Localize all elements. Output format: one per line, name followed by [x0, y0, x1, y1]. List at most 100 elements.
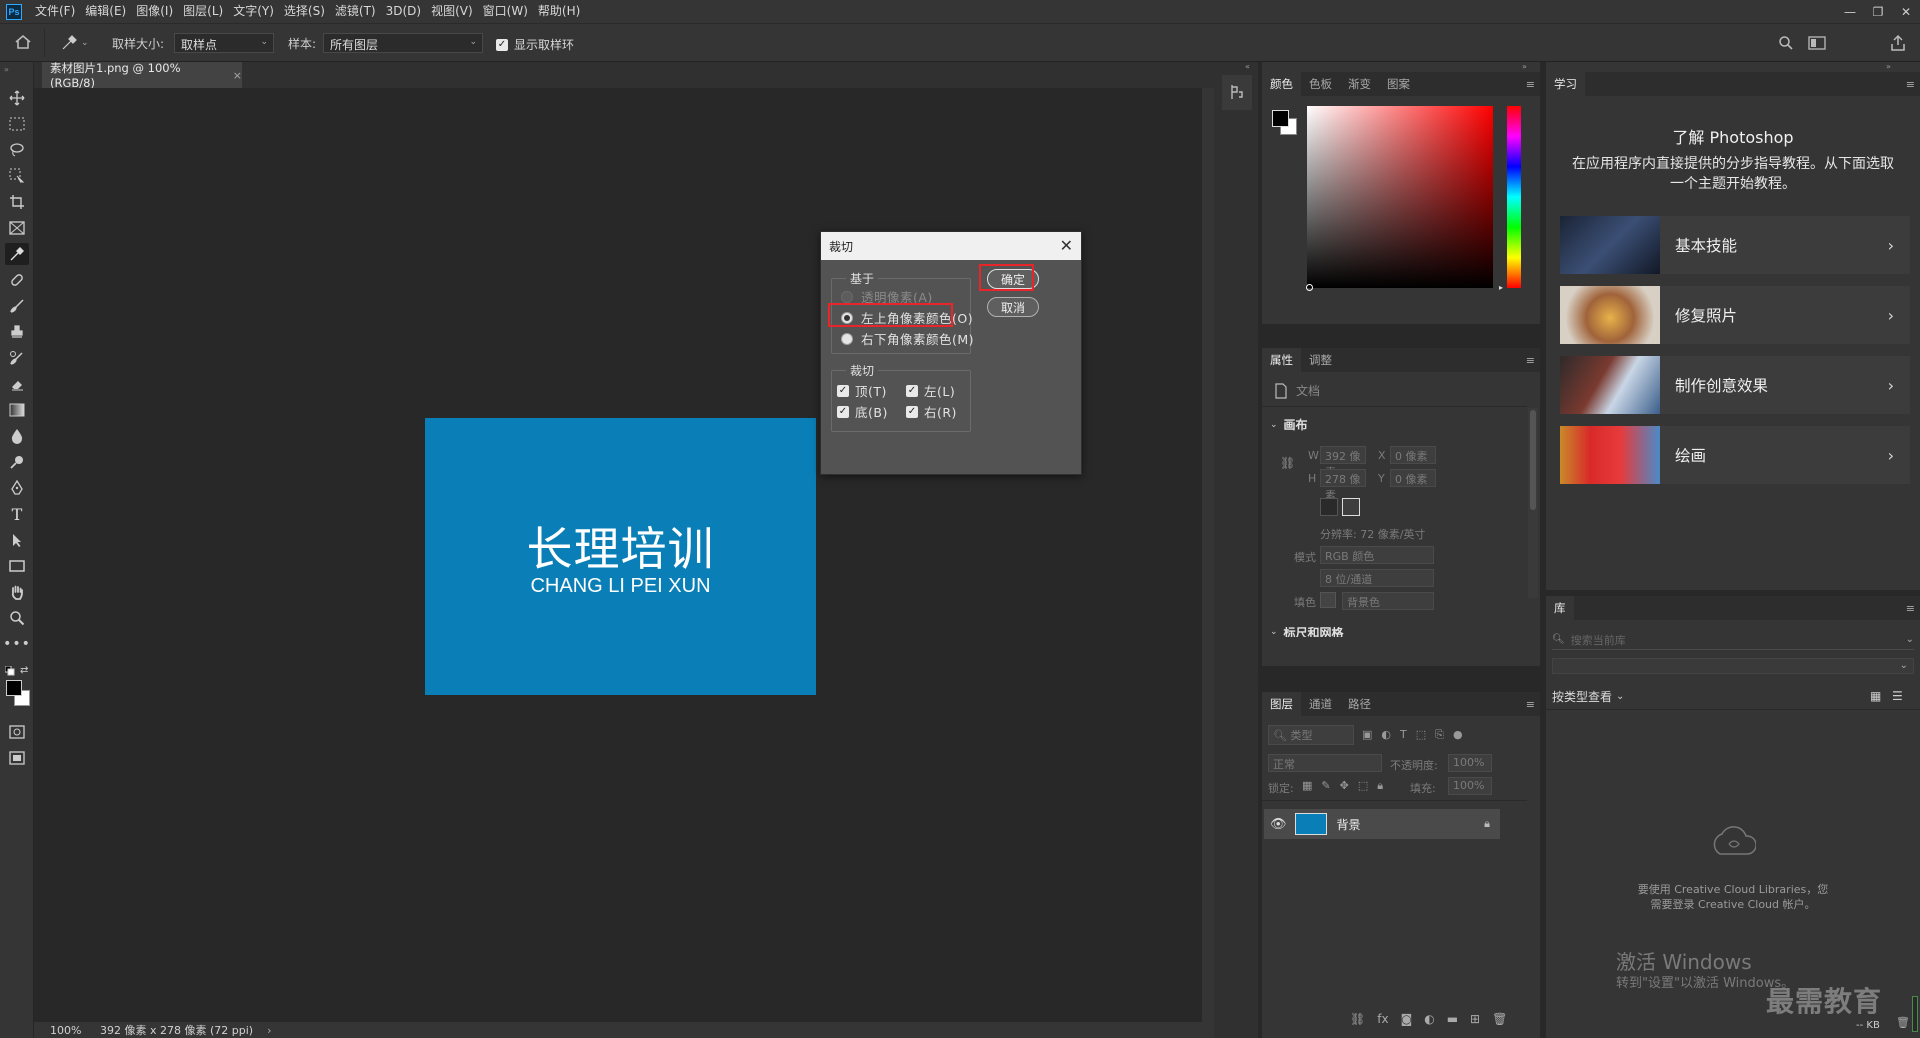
expand-panels-icon[interactable]: «: [1245, 62, 1250, 71]
panel-menu-icon[interactable]: ≡: [1906, 602, 1915, 615]
frame-tool-icon[interactable]: [5, 217, 29, 239]
list-view-icon[interactable]: ☰: [1892, 689, 1903, 703]
mode-select[interactable]: RGB 颜色: [1320, 546, 1434, 564]
hue-slider[interactable]: [1507, 106, 1521, 288]
height-field[interactable]: 278 像素: [1320, 469, 1366, 502]
pen-tool-icon[interactable]: [5, 477, 29, 499]
menu-window[interactable]: 窗口(W): [478, 0, 533, 23]
eyedropper-tool-icon[interactable]: [5, 243, 29, 265]
adjustment-filter-icon[interactable]: ◐: [1381, 728, 1391, 742]
checkbox[interactable]: ✓: [906, 384, 918, 397]
check-top[interactable]: ✓ 顶(T): [837, 381, 887, 400]
quick-mask-icon[interactable]: [5, 721, 29, 743]
learn-card-painting[interactable]: 绘画 ›: [1560, 426, 1910, 484]
collapse-icon[interactable]: »: [4, 65, 9, 74]
learn-card-creative[interactable]: 制作创意效果 ›: [1560, 356, 1910, 414]
landscape-orientation-icon[interactable]: [1342, 498, 1360, 516]
radio-bottom-right-label[interactable]: 右下角像素颜色(M): [861, 329, 974, 348]
lock-artboard-icon[interactable]: ⬚: [1358, 779, 1368, 793]
canvas-section-header[interactable]: ⌄ 画布: [1270, 416, 1308, 433]
learn-card-basics[interactable]: 基本技能 ›: [1560, 216, 1910, 274]
tab-gradients[interactable]: 渐变: [1340, 72, 1379, 96]
collapse-icon[interactable]: »: [1886, 62, 1891, 71]
view-by-type[interactable]: 按类型查看 ⌄: [1552, 688, 1624, 705]
filter-toggle-icon[interactable]: ●: [1453, 728, 1463, 742]
dialog-close-icon[interactable]: ✕: [1060, 236, 1073, 255]
menu-select[interactable]: 选择(S): [279, 0, 330, 23]
document-tab[interactable]: 素材图片1.png @ 100%(RGB/8) ×: [42, 61, 242, 90]
menu-layer[interactable]: 图层(L): [178, 0, 228, 23]
document-image[interactable]: 长理培训 CHANG LI PEI XUN: [425, 418, 816, 695]
marquee-tool-icon[interactable]: [5, 113, 29, 135]
lock-position-icon[interactable]: ✥: [1340, 779, 1349, 793]
new-layer-icon[interactable]: ⊞: [1470, 1012, 1480, 1026]
tab-channels[interactable]: 通道: [1301, 692, 1340, 716]
visibility-eye-icon[interactable]: 👁︎: [1270, 817, 1287, 832]
history-brush-tool-icon[interactable]: [5, 347, 29, 369]
color-field[interactable]: [1307, 106, 1493, 288]
blur-tool-icon[interactable]: [5, 425, 29, 447]
workspace-icon[interactable]: [1808, 35, 1826, 51]
tab-properties[interactable]: 属性: [1262, 348, 1301, 372]
check-right[interactable]: ✓ 右(R): [906, 402, 957, 421]
checkbox[interactable]: ✓: [837, 405, 849, 418]
healing-brush-tool-icon[interactable]: [5, 269, 29, 291]
eraser-tool-icon[interactable]: [5, 373, 29, 395]
portrait-orientation-icon[interactable]: [1320, 498, 1338, 516]
type-filter-icon[interactable]: T: [1400, 728, 1407, 742]
tab-paths[interactable]: 路径: [1340, 692, 1379, 716]
x-field[interactable]: 0 像素: [1390, 446, 1436, 464]
tab-adjustments[interactable]: 调整: [1301, 348, 1340, 372]
move-tool-icon[interactable]: [5, 87, 29, 109]
grid-view-icon[interactable]: ▦: [1870, 689, 1881, 703]
collapse-icon[interactable]: »: [1522, 62, 1527, 71]
sample-select[interactable]: 所有图层 ⌄: [323, 33, 483, 53]
menu-edit[interactable]: 编辑(E): [80, 0, 131, 23]
panel-menu-icon[interactable]: ≡: [1906, 78, 1915, 91]
home-icon[interactable]: [14, 34, 32, 50]
share-icon[interactable]: [1890, 34, 1906, 52]
menu-help[interactable]: 帮助(H): [533, 0, 585, 23]
group-icon[interactable]: ▬: [1447, 1012, 1458, 1026]
fg-bg-swatches[interactable]: [1272, 110, 1300, 138]
smart-filter-icon[interactable]: ⎘: [1435, 728, 1444, 742]
link-icon[interactable]: ⛓: [1280, 456, 1295, 470]
fill-swatch[interactable]: [1320, 592, 1336, 608]
layer-row[interactable]: 👁︎ 背景 🔒︎: [1264, 809, 1500, 839]
type-tool-icon[interactable]: T: [5, 503, 29, 525]
tab-learn[interactable]: 学习: [1546, 72, 1585, 96]
hand-tool-icon[interactable]: [5, 581, 29, 603]
screen-mode-icon[interactable]: [5, 747, 29, 769]
fx-icon[interactable]: fx: [1377, 1012, 1388, 1026]
radio-bottom-right[interactable]: 右下角像素颜色(M): [841, 329, 974, 348]
radio-button[interactable]: [841, 332, 853, 345]
status-arrow[interactable]: ›: [267, 1024, 271, 1037]
layer-fill-field[interactable]: 100%: [1448, 777, 1492, 795]
color-swatches[interactable]: [6, 680, 30, 706]
brush-tool-icon[interactable]: [5, 295, 29, 317]
ruler-grid-section-header[interactable]: ⌄ 标尺和网格: [1270, 627, 1344, 637]
foreground-color-swatch[interactable]: [6, 680, 22, 696]
image-filter-icon[interactable]: ▣: [1362, 728, 1372, 742]
zoom-level[interactable]: 100%: [50, 1024, 90, 1037]
restore-button[interactable]: ❐: [1864, 0, 1892, 23]
hue-slider-handle[interactable]: ▸: [1499, 283, 1503, 292]
panel-menu-icon[interactable]: ≡: [1526, 354, 1535, 367]
tab-patterns[interactable]: 图案: [1379, 72, 1418, 96]
history-panel-button[interactable]: [1222, 75, 1252, 110]
lasso-tool-icon[interactable]: [5, 139, 29, 161]
check-left[interactable]: ✓ 左(L): [906, 381, 955, 400]
crop-tool-icon[interactable]: [5, 191, 29, 213]
menu-file[interactable]: 文件(F): [30, 0, 80, 23]
properties-scrollbar[interactable]: [1528, 408, 1538, 598]
more-tools-icon[interactable]: •••: [3, 633, 30, 655]
swap-colors-icon[interactable]: ⇄: [20, 665, 28, 676]
layer-filter-select[interactable]: 🔍︎ 类型: [1268, 725, 1354, 745]
menu-filter[interactable]: 滤镜(T): [330, 0, 381, 23]
lock-pixels-icon[interactable]: ✎: [1321, 779, 1330, 793]
trash-icon[interactable]: 🗑︎: [1896, 1016, 1910, 1029]
dodge-tool-icon[interactable]: [5, 451, 29, 473]
gradient-tool-icon[interactable]: [5, 399, 29, 421]
path-selection-tool-icon[interactable]: [5, 529, 29, 551]
trash-icon[interactable]: 🗑︎: [1492, 1012, 1507, 1026]
